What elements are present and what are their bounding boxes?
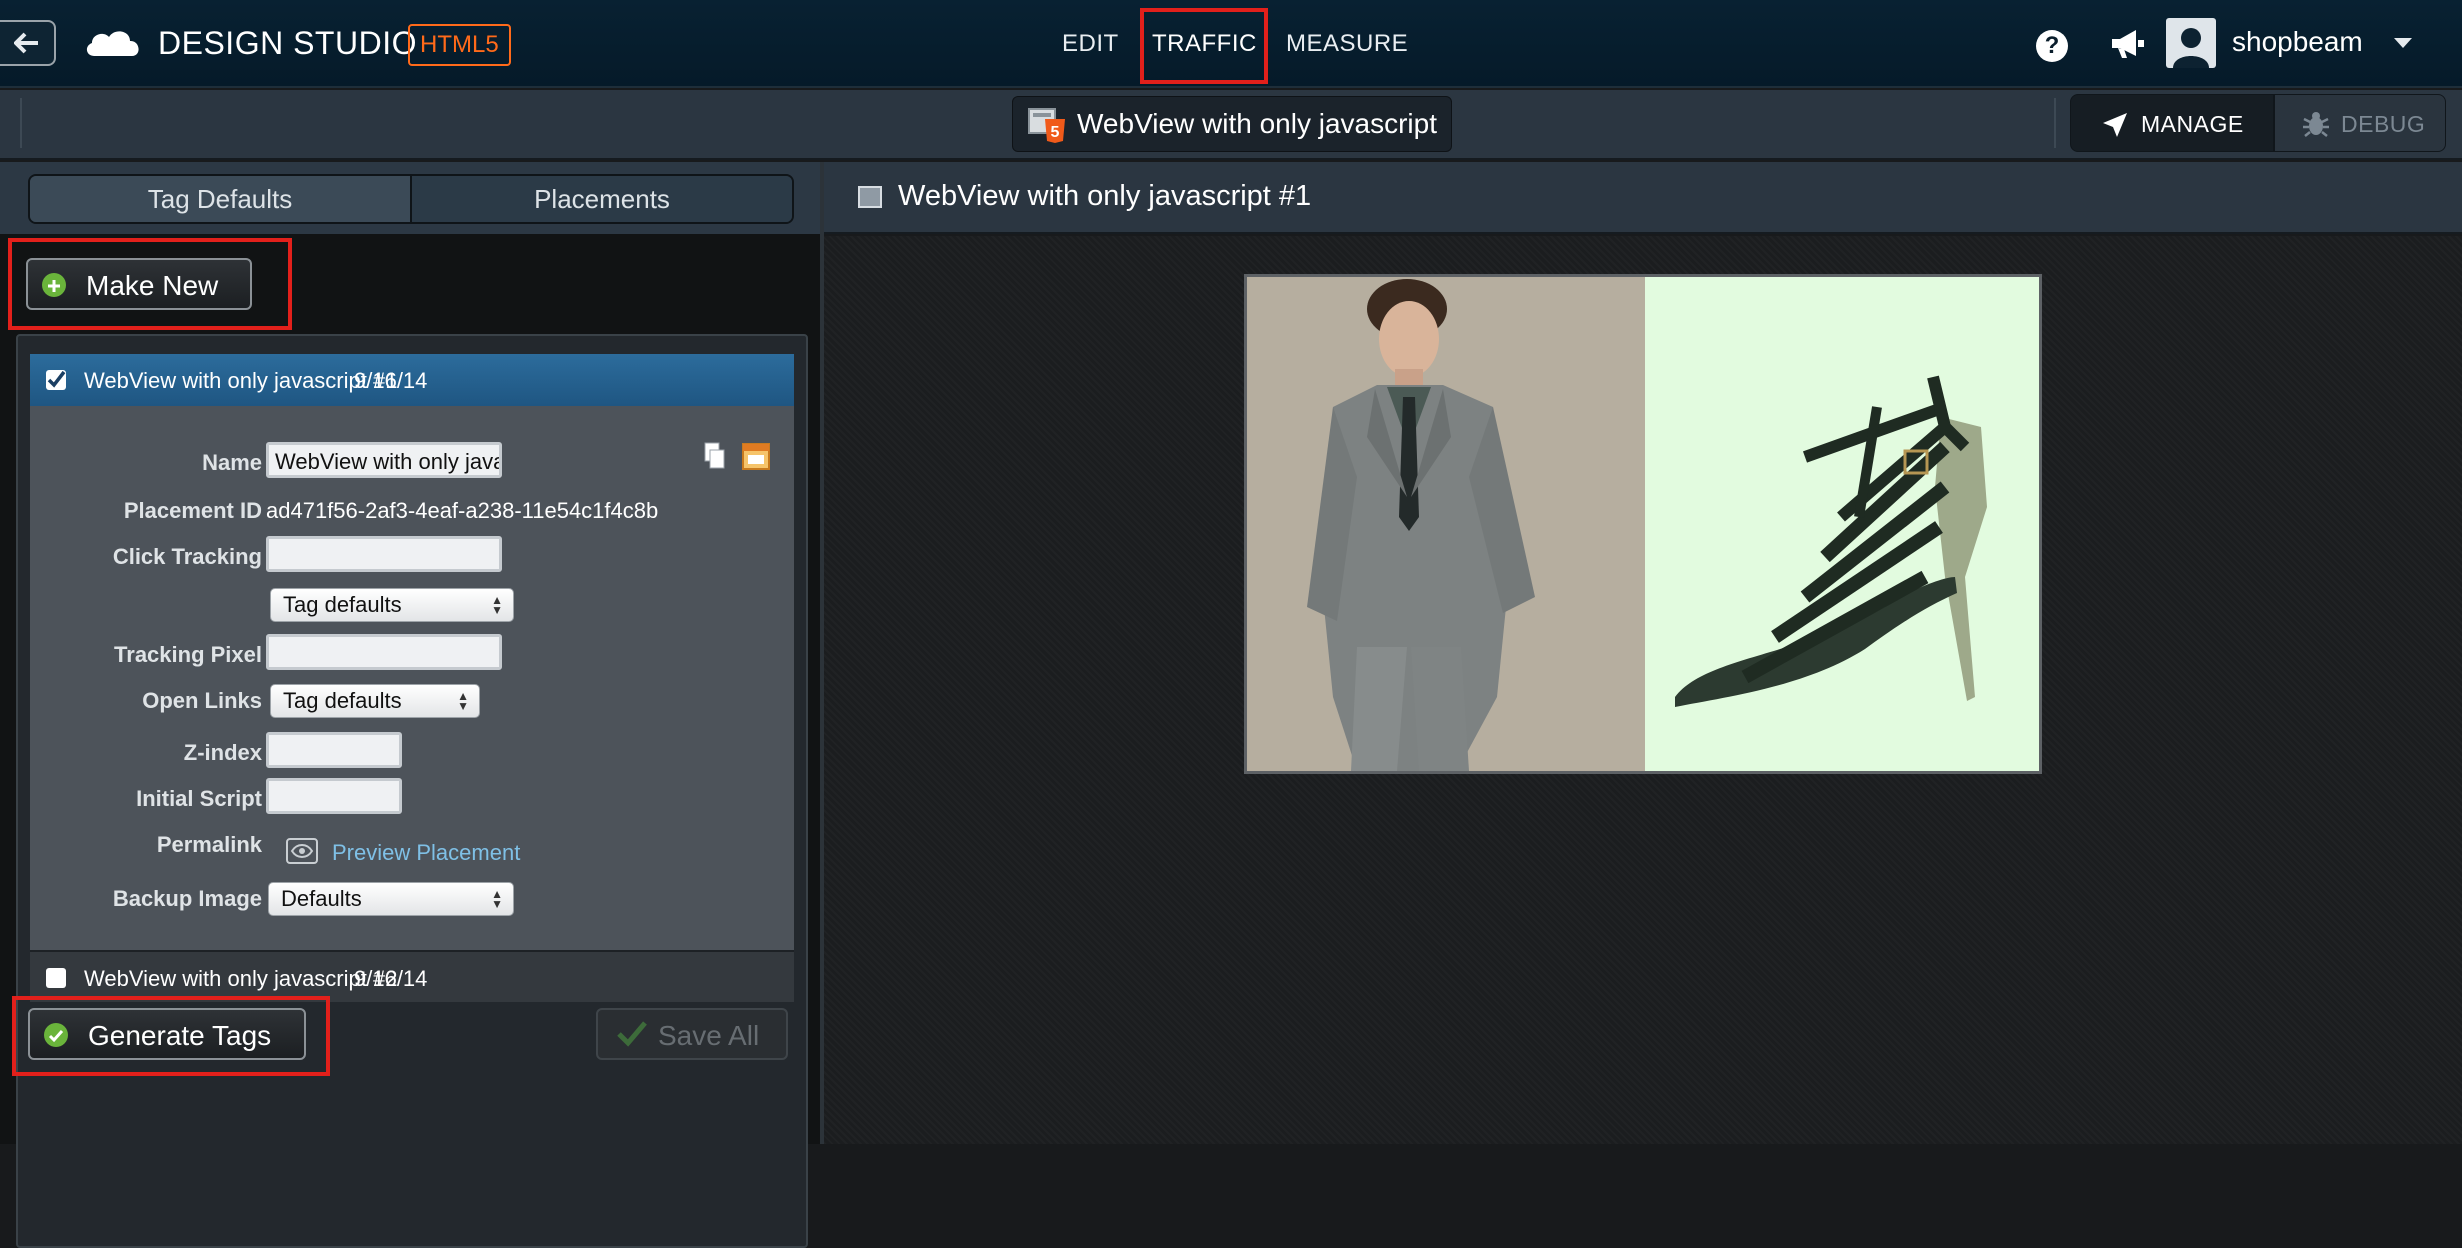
tracking-pixel-field[interactable] xyxy=(266,634,502,670)
ad-preview[interactable] xyxy=(1244,274,2042,774)
plus-circle-icon xyxy=(42,273,66,297)
debug-button[interactable]: DEBUG xyxy=(2274,94,2446,152)
html5-badge: HTML5 xyxy=(408,24,511,66)
make-new-label: Make New xyxy=(86,270,219,301)
help-icon[interactable]: ? xyxy=(2036,30,2068,62)
checkmark-icon xyxy=(617,1021,647,1047)
checkmark-icon xyxy=(47,370,66,388)
preview-title: WebView with only javascript #1 xyxy=(898,180,1312,212)
divider xyxy=(20,98,22,148)
open-links-select-value: Tag defaults xyxy=(283,688,402,713)
backup-image-select-value: Defaults xyxy=(281,886,362,911)
placement-name: WebView with only javascript #1 xyxy=(84,368,398,393)
backup-image-select[interactable]: Defaults ▲ ▼ xyxy=(268,882,514,916)
debug-label: DEBUG xyxy=(2341,111,2426,137)
image-icon xyxy=(858,186,882,208)
click-tracking-select[interactable]: Tag defaults ▲ ▼ xyxy=(270,588,514,622)
list-item[interactable]: WebView with only javascript #2 9/16/14 xyxy=(30,950,794,1002)
manage-button[interactable]: MANAGE xyxy=(2070,94,2274,152)
shoe-photo xyxy=(1645,277,2039,771)
document-title: WebView with only javascript xyxy=(1077,108,1438,139)
zindex-field[interactable] xyxy=(266,732,402,768)
html5-document-icon: 5 xyxy=(1028,108,1065,143)
megaphone-icon[interactable] xyxy=(2110,28,2146,60)
name-label: Name xyxy=(202,450,262,475)
name-field[interactable]: WebView with only javascript #1 xyxy=(266,442,502,478)
app-brand: DESIGN STUDIO xyxy=(158,25,417,61)
click-tracking-select-value: Tag defaults xyxy=(283,592,402,617)
placement-date: 9/16/14 xyxy=(354,966,428,991)
manage-label: MANAGE xyxy=(2141,111,2244,137)
tracking-pixel-label: Tracking Pixel xyxy=(114,642,262,667)
calendar-icon[interactable] xyxy=(742,442,770,470)
top-bar: DESIGN STUDIO HTML5 EDIT TRAFFIC MEASURE… xyxy=(0,0,2462,88)
generate-tags-label: Generate Tags xyxy=(88,1020,272,1051)
document-bar: 5 WebView with only javascript MANAGE DE… xyxy=(0,90,2462,160)
user-icon xyxy=(2173,28,2209,68)
tab-tag-defaults[interactable]: Tag Defaults xyxy=(30,176,412,222)
eye-icon[interactable] xyxy=(286,838,318,864)
backup-image-label: Backup Image xyxy=(112,886,262,911)
placement-id-label: Placement ID xyxy=(123,498,262,523)
avatar[interactable] xyxy=(2166,18,2216,68)
arrow-left-icon xyxy=(14,32,38,54)
save-all-button[interactable]: Save All xyxy=(596,1008,788,1060)
zindex-label: Z-index xyxy=(183,740,262,765)
placement-details: Name WebView with only javascript #1 Pla… xyxy=(30,406,794,950)
permalink-label: Permalink xyxy=(156,832,262,857)
back-button[interactable] xyxy=(0,20,56,66)
generate-tags-button[interactable]: Generate Tags xyxy=(28,1008,306,1060)
divider xyxy=(2054,98,2056,148)
make-new-button[interactable]: Make New xyxy=(26,258,252,310)
click-tracking-field[interactable] xyxy=(266,536,502,572)
select-arrows-icon: ▲ ▼ xyxy=(457,689,469,713)
list-item[interactable]: WebView with only javascript #1 9/16/14 xyxy=(30,354,794,406)
nav-measure[interactable]: MEASURE xyxy=(1286,30,1408,58)
chevron-down-icon[interactable] xyxy=(2394,38,2412,48)
model-photo xyxy=(1247,277,1645,771)
save-all-label: Save All xyxy=(658,1020,760,1051)
panel-tab-bar: Tag Defaults Placements xyxy=(0,162,820,234)
preview-header: WebView with only javascript #1 xyxy=(824,162,2462,234)
placement-id-value: ad471f56-2af3-4eaf-a238-11e54c1f4c8b xyxy=(266,498,659,523)
click-tracking-label: Click Tracking xyxy=(112,544,262,569)
cloud-icon xyxy=(86,31,139,56)
initial-script-field[interactable] xyxy=(266,778,402,814)
placement-name: WebView with only javascript #2 xyxy=(84,966,398,991)
copy-icon[interactable] xyxy=(704,442,726,470)
placements-list: WebView with only javascript #1 9/16/14 … xyxy=(16,334,808,1248)
select-arrows-icon: ▲ ▼ xyxy=(491,887,503,911)
preview-placement-link[interactable]: Preview Placement xyxy=(332,840,520,866)
initial-script-label: Initial Script xyxy=(136,786,262,811)
tab-placements[interactable]: Placements xyxy=(412,176,792,222)
paper-plane-icon xyxy=(2103,113,2127,137)
placements-panel: Tag Defaults Placements Make New WebView… xyxy=(0,162,820,1248)
document-title-button[interactable]: 5 WebView with only javascript xyxy=(1012,96,1453,152)
open-links-select[interactable]: Tag defaults ▲ ▼ xyxy=(270,684,480,718)
highlight-traffic xyxy=(1140,8,1268,84)
svg-text:5: 5 xyxy=(1051,124,1060,141)
check-circle-icon xyxy=(44,1023,68,1047)
panel-tabs: Tag Defaults Placements xyxy=(28,174,794,224)
row-checkbox[interactable] xyxy=(46,968,66,988)
select-arrows-icon: ▲ ▼ xyxy=(491,593,503,617)
bug-icon xyxy=(2303,112,2329,137)
open-links-label: Open Links xyxy=(142,688,262,713)
nav-edit[interactable]: EDIT xyxy=(1062,30,1119,58)
row-checkbox[interactable] xyxy=(46,370,66,390)
placement-date: 9/16/14 xyxy=(354,368,428,393)
username[interactable]: shopbeam xyxy=(2232,26,2363,58)
